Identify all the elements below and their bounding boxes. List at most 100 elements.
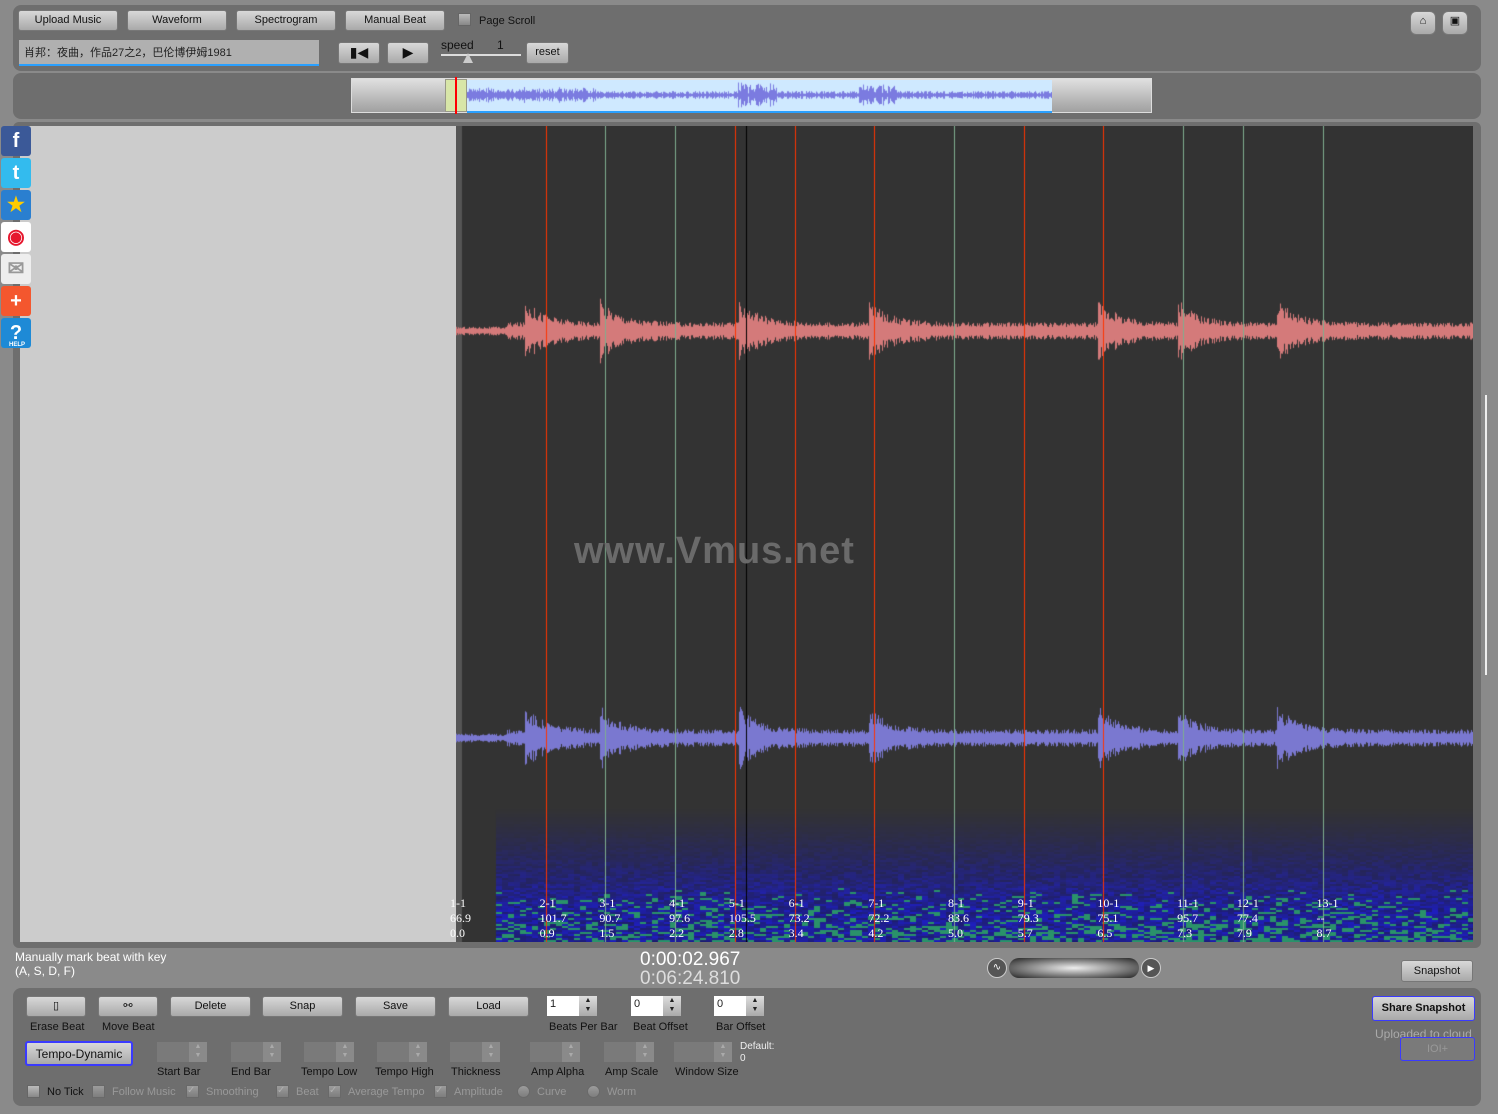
- beat-time: 7.3: [1177, 926, 1193, 940]
- play-button[interactable]: ▶: [387, 42, 429, 64]
- add-share-icon[interactable]: +: [1, 286, 31, 316]
- beat-tempo: 90.7: [599, 911, 621, 925]
- beat-label: 1-1: [450, 896, 466, 910]
- spectrogram-button[interactable]: Spectrogram: [236, 10, 336, 31]
- load-button[interactable]: Load: [448, 996, 529, 1017]
- beat-offset-stepper[interactable]: 0 ▲ ▼: [631, 996, 681, 1016]
- hint-line-2: (A, S, D, F): [15, 964, 75, 978]
- twitter-icon[interactable]: t: [1, 158, 31, 188]
- page-scroll-label: Page Scroll: [479, 15, 536, 27]
- share-snapshot-button[interactable]: Share Snapshot: [1372, 996, 1475, 1021]
- beat-offset-label: Beat Offset: [633, 1021, 688, 1033]
- snapshot-button[interactable]: Snapshot: [1401, 960, 1473, 982]
- beat-time: 7.9: [1236, 926, 1252, 940]
- beat-time: 4.2: [868, 926, 884, 940]
- beat-label: 10-1: [1097, 896, 1120, 910]
- beat-tempo: 83.6: [948, 911, 969, 925]
- vertical-scrollbar[interactable]: [1485, 395, 1491, 675]
- total-time: 0:06:24.810: [640, 968, 741, 989]
- beat-tempo: 66.9: [450, 911, 471, 925]
- thickness-stepper[interactable]: ▲ ▼: [450, 1042, 500, 1062]
- overview-playhead[interactable]: [455, 77, 457, 114]
- beat-label: 8-1: [948, 896, 964, 910]
- reset-button[interactable]: reset: [526, 42, 569, 64]
- beat-label: 12-1 77.4 7.9: [1237, 896, 1259, 941]
- beat-time: 2.2: [669, 926, 685, 940]
- beat-tempo: 75.1: [1097, 911, 1119, 925]
- beat-label: Beat: [296, 1086, 319, 1098]
- start-bar-stepper[interactable]: ▲ ▼: [157, 1042, 207, 1062]
- speed-label: speed: [441, 38, 474, 52]
- favorite-star-icon[interactable]: ★: [1, 190, 31, 220]
- overview-track[interactable]: [351, 77, 1152, 114]
- erase-beat-button[interactable]: ▯: [26, 996, 86, 1017]
- amp-alpha-label: Amp Alpha: [531, 1066, 585, 1078]
- music-title-field[interactable]: 肖邦：夜曲，作品27之2，巴伦博伊姆1981: [19, 40, 319, 66]
- move-beat-button[interactable]: ⚯: [98, 996, 158, 1017]
- save-button[interactable]: Save: [355, 996, 436, 1017]
- beat-tempo: 105.5: [728, 911, 756, 925]
- waveform-button[interactable]: Waveform: [127, 10, 227, 31]
- beat-checkbox[interactable]: ✓: [276, 1085, 289, 1098]
- beats-per-bar-stepper[interactable]: 1 ▲ ▼: [547, 996, 597, 1016]
- help-label: HELP: [9, 342, 26, 348]
- tempo-high-label: Tempo High: [375, 1066, 434, 1078]
- no-tick-checkbox[interactable]: [27, 1085, 40, 1098]
- beat-tempo: 79.3: [1017, 911, 1039, 925]
- curve-radio[interactable]: [517, 1085, 530, 1098]
- weibo-icon[interactable]: ◉: [1, 222, 31, 252]
- beat-label: 9-1: [1017, 896, 1034, 910]
- manual-beat-button[interactable]: Manual Beat: [345, 10, 445, 31]
- beat-label: 4-1 97.6 2.2: [669, 896, 690, 941]
- beat-label: 6-1: [788, 896, 805, 910]
- beat-time: 5.7: [1017, 926, 1033, 940]
- beat-tempo: 73.2: [788, 911, 810, 925]
- page-scroll-checkbox[interactable]: [458, 13, 471, 26]
- cloud-link-button[interactable]: IOI+: [1400, 1037, 1475, 1061]
- beat-label: 2-1 101.7 0.9: [540, 896, 567, 941]
- beat-label: 6-1 73.2 3.4: [789, 896, 810, 941]
- amp-scale-stepper[interactable]: ▲ ▼: [604, 1042, 654, 1062]
- snap-button[interactable]: Snap: [262, 996, 343, 1017]
- beat-time: 8.7: [1316, 926, 1332, 940]
- end-bar-stepper[interactable]: ▲ ▼: [231, 1042, 281, 1062]
- beat-label: 13-1: [1316, 896, 1339, 910]
- window-size-stepper[interactable]: ▲ ▼: [674, 1042, 732, 1062]
- rewind-button[interactable]: ▮◀: [338, 42, 380, 64]
- beat-label: 2-1: [539, 896, 556, 910]
- amplitude-mode-icon[interactable]: ▶: [1141, 958, 1161, 978]
- upload-music-button[interactable]: Upload Music: [18, 10, 118, 31]
- tempo-low-stepper[interactable]: ▲ ▼: [304, 1042, 354, 1062]
- waveform-mode-icon[interactable]: ∿: [987, 958, 1007, 978]
- beat-label: 3-1 90.7 1.5: [599, 896, 620, 941]
- no-tick-label: No Tick: [47, 1086, 84, 1098]
- beat-label: 7-1: [868, 896, 885, 910]
- amplitude-label: Amplitude: [454, 1086, 503, 1098]
- follow-music-label: Follow Music: [112, 1086, 176, 1098]
- end-bar-label: End Bar: [231, 1066, 271, 1078]
- beat-label: 10-1 75.1 6.5: [1097, 896, 1119, 941]
- email-icon[interactable]: ✉: [1, 254, 31, 284]
- beat-tempo: 77.4: [1236, 911, 1258, 925]
- tempo-dynamic-button[interactable]: Tempo-Dynamic: [25, 1041, 133, 1066]
- bar-offset-stepper[interactable]: 0 ▲ ▼: [714, 996, 764, 1016]
- amp-alpha-stepper[interactable]: ▲ ▼: [530, 1042, 580, 1062]
- beat-label: 7-1 72.2 4.2: [868, 896, 889, 941]
- beat-label: 8-1 83.6 5.0: [948, 896, 969, 941]
- beat-time: 2.8: [728, 926, 744, 940]
- curve-label: Curve: [537, 1086, 567, 1098]
- speed-slider[interactable]: [441, 53, 521, 65]
- beat-label: 13-1 -- 8.7: [1317, 896, 1339, 941]
- delete-button[interactable]: Delete: [170, 996, 251, 1017]
- amplitude-checkbox[interactable]: ✓: [434, 1085, 447, 1098]
- tempo-high-stepper[interactable]: ▲ ▼: [377, 1042, 427, 1062]
- average-tempo-checkbox[interactable]: ✓: [328, 1085, 341, 1098]
- mode-slider[interactable]: [1009, 958, 1139, 978]
- worm-radio[interactable]: [587, 1085, 600, 1098]
- help-icon[interactable]: ? HELP: [1, 318, 31, 348]
- fullscreen-icon[interactable]: ▣: [1442, 11, 1468, 35]
- home-icon[interactable]: ⌂: [1410, 11, 1436, 35]
- follow-music-checkbox[interactable]: [92, 1085, 105, 1098]
- smoothing-checkbox[interactable]: ✓: [186, 1085, 199, 1098]
- facebook-icon[interactable]: f: [1, 126, 31, 156]
